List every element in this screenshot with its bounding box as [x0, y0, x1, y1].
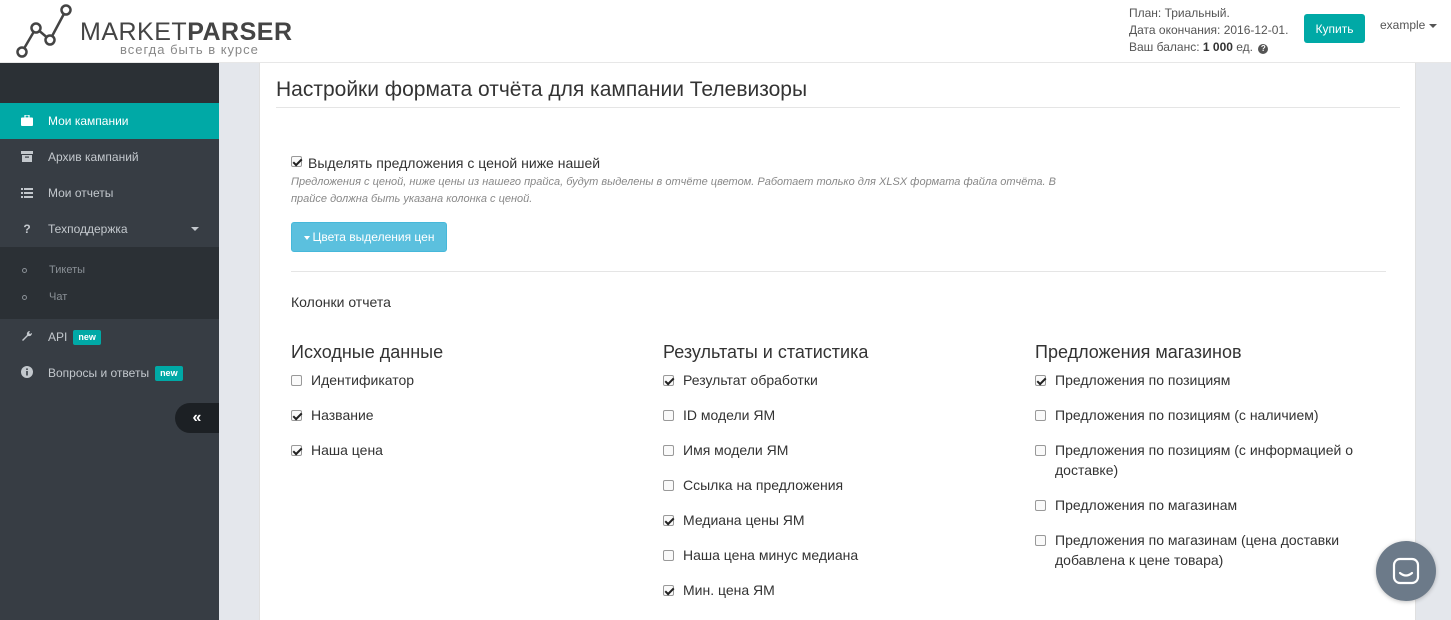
page-title: Настройки формата отчёта для кампании Те…	[276, 78, 808, 101]
checkbox[interactable]	[1035, 445, 1046, 456]
top-header: MARKETPARSER всегда быть в курсе План: Т…	[0, 0, 1451, 63]
sidebar-item-campaigns[interactable]: Мои кампании	[0, 103, 219, 139]
sidebar-collapse-button[interactable]: «	[175, 403, 219, 433]
checkbox[interactable]	[663, 585, 674, 596]
chevron-down-icon	[1429, 23, 1438, 28]
group-source-data: Исходные данные Идентификатор Название Н…	[291, 342, 631, 475]
checkbox[interactable]	[663, 515, 674, 526]
group-title: Результаты и статистика	[663, 342, 869, 362]
sidebar-item-support[interactable]: ? Техподдержка	[0, 211, 219, 247]
option-ym-min-price[interactable]: Мин. цена ЯМ	[663, 580, 1003, 600]
question-icon: ?	[23, 222, 31, 236]
username: example	[1380, 18, 1426, 32]
sidebar-item-faq[interactable]: Вопросы и ответы new	[0, 355, 219, 391]
sidebar-item-chat[interactable]: Чат	[0, 284, 219, 311]
option-ym-median-price[interactable]: Медиана цены ЯМ	[663, 510, 1003, 530]
checkbox[interactable]	[663, 480, 674, 491]
group-title: Предложения магазинов	[1035, 342, 1242, 362]
archive-icon	[20, 139, 34, 175]
checkbox[interactable]	[1035, 375, 1046, 386]
chat-icon	[1392, 557, 1420, 585]
option-offers-by-shop-delivery-price[interactable]: Предложения по магазинам (цена доставки …	[1035, 530, 1380, 570]
option-processing-result[interactable]: Результат обработки	[663, 370, 1003, 390]
sidebar-item-reports[interactable]: Мои отчеты	[0, 175, 219, 211]
new-badge: new	[155, 366, 183, 381]
option-our-price[interactable]: Наша цена	[291, 440, 631, 460]
report-settings-panel: Настройки формата отчёта для кампании Те…	[259, 63, 1416, 620]
option-identifier[interactable]: Идентификатор	[291, 370, 631, 390]
chevron-down-icon	[191, 227, 199, 231]
sidebar-item-tickets[interactable]: Тикеты	[0, 257, 219, 284]
group-title: Исходные данные	[291, 342, 444, 362]
option-offers-by-position[interactable]: Предложения по позициям	[1035, 370, 1380, 390]
sidebar-item-label: Мои отчеты	[48, 186, 114, 200]
sidebar-item-label: Архив кампаний	[48, 150, 139, 164]
support-submenu: Тикеты Чат	[0, 247, 219, 319]
divider	[276, 107, 1400, 108]
page-background-strip	[1437, 63, 1451, 620]
checkbox[interactable]	[1035, 535, 1046, 546]
option-offers-by-position-stock[interactable]: Предложения по позициям (с наличием)	[1035, 405, 1380, 425]
logo[interactable]: MARKETPARSER всегда быть в курсе	[16, 4, 292, 60]
sidebar: Мои кампании Архив кампаний Мои отчеты ?…	[0, 63, 219, 620]
bullet-icon	[22, 295, 27, 300]
option-offers-by-shop[interactable]: Предложения по магазинам	[1035, 495, 1380, 515]
sidebar-item-label: Вопросы и ответы	[48, 366, 150, 380]
checkbox[interactable]	[1035, 410, 1046, 421]
expiry-label: Дата окончания: 2016-12-01.	[1129, 23, 1289, 37]
plan-info: План: Триальный. Дата окончания: 2016-12…	[1129, 5, 1288, 56]
sidebar-top	[0, 63, 219, 103]
group-results-stats: Результаты и статистика Результат обрабо…	[663, 342, 1003, 615]
checkbox[interactable]	[663, 445, 674, 456]
question-circle-icon[interactable]: ?	[1258, 44, 1269, 54]
bullet-icon	[22, 268, 27, 273]
checkbox[interactable]	[291, 375, 302, 386]
option-offers-by-position-delivery[interactable]: Предложения по позициям (с информацией о…	[1035, 440, 1380, 480]
option-ym-model-id[interactable]: ID модели ЯМ	[663, 405, 1003, 425]
checkbox[interactable]	[663, 550, 674, 561]
chat-launcher-button[interactable]	[1376, 541, 1436, 601]
info-icon	[20, 355, 34, 391]
balance-value: 1 000	[1202, 40, 1233, 54]
highlight-checkbox[interactable]	[291, 156, 302, 167]
logo-tagline: всегда быть в курсе	[120, 42, 259, 57]
double-chevron-left-icon: «	[192, 409, 202, 426]
sidebar-item-api[interactable]: API new	[0, 319, 219, 355]
sidebar-item-label: Техподдержка	[48, 222, 128, 236]
buy-button[interactable]: Купить	[1304, 14, 1365, 43]
caret-down-icon	[303, 235, 310, 240]
user-menu[interactable]: example	[1380, 18, 1438, 32]
option-ym-model-name[interactable]: Имя модели ЯМ	[663, 440, 1003, 460]
sidebar-item-archive[interactable]: Архив кампаний	[0, 139, 219, 175]
checkbox[interactable]	[663, 410, 674, 421]
divider	[291, 271, 1386, 272]
sidebar-item-label: Мои кампании	[48, 114, 129, 128]
option-offers-link[interactable]: Ссылка на предложения	[663, 475, 1003, 495]
sidebar-item-label: API	[48, 330, 68, 344]
plan-label: План: Триальный.	[1129, 6, 1230, 20]
balance-line: Ваш баланс: 1 000 ед. ?	[1129, 39, 1288, 56]
wrench-icon	[20, 319, 34, 355]
checkbox[interactable]	[1035, 500, 1046, 511]
highlight-label: Выделять предложения с ценой ниже нашей	[308, 155, 601, 171]
checkbox[interactable]	[291, 445, 302, 456]
briefcase-icon	[20, 103, 34, 139]
highlight-lower-prices-option[interactable]: Выделять предложения с ценой ниже нашей	[291, 155, 600, 171]
option-name[interactable]: Название	[291, 405, 631, 425]
highlight-help-text: Предложения с ценой, ниже цены из нашего…	[291, 176, 1056, 205]
group-shop-offers: Предложения магазинов Предложения по поз…	[1035, 342, 1380, 585]
checkbox[interactable]	[663, 375, 674, 386]
new-badge: new	[73, 330, 101, 345]
list-icon	[20, 175, 34, 211]
option-price-minus-median[interactable]: Наша цена минус медиана	[663, 545, 1003, 565]
columns-label: Колонки отчета	[291, 294, 391, 310]
highlight-colors-button[interactable]: Цвета выделения цен	[291, 222, 447, 252]
checkbox[interactable]	[291, 410, 302, 421]
logo-graph-icon	[16, 4, 72, 58]
